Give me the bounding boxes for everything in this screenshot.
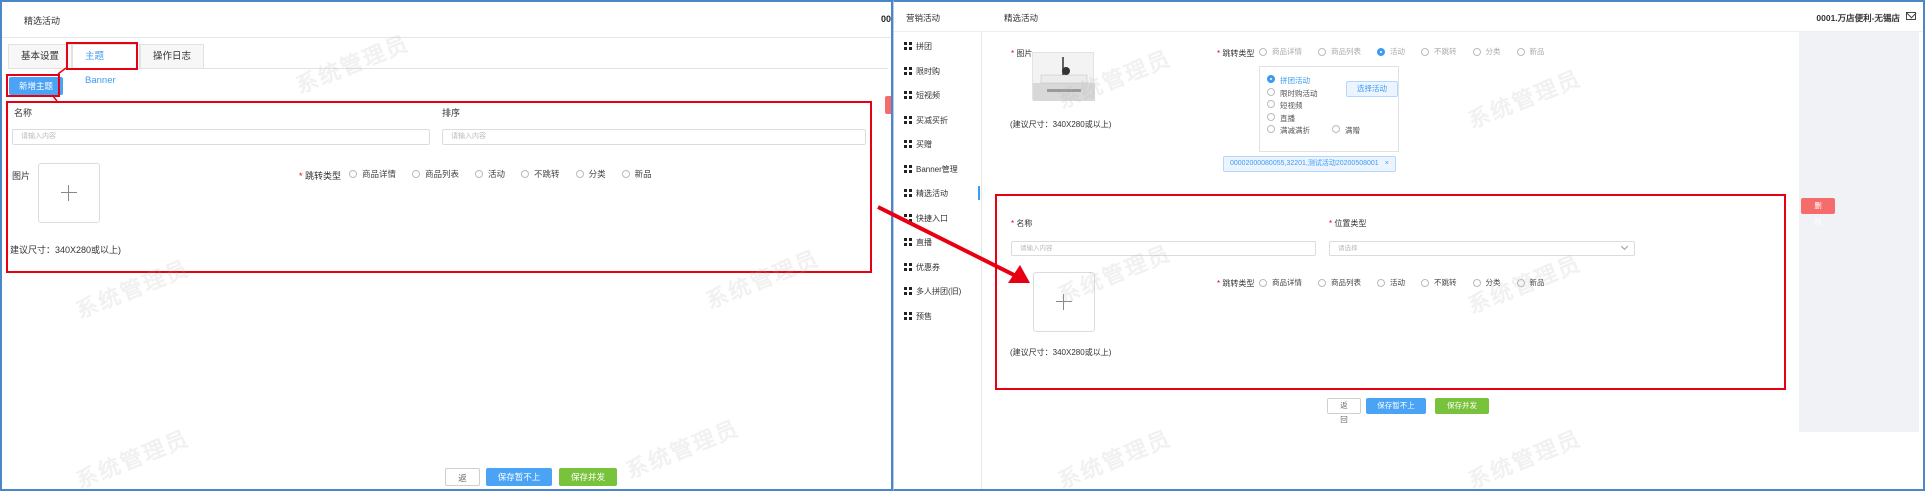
radio-icon: [621, 170, 630, 178]
radio-icon: [349, 170, 357, 178]
activity-option[interactable]: 满减满折 满赠: [1267, 125, 1360, 138]
banner-thumbnail: [1032, 52, 1095, 101]
image-upload[interactable]: [38, 163, 100, 223]
sidebar-item[interactable]: 限时购: [904, 64, 980, 78]
radio-icon: [1267, 100, 1275, 108]
radio-icon: [1472, 47, 1481, 56]
name-input[interactable]: 请输入内容: [12, 129, 430, 145]
annotation-arrow: [877, 205, 1030, 283]
image-label: 图片: [12, 171, 31, 181]
radio-icon: [521, 170, 530, 178]
radio-checked-icon: [1267, 75, 1275, 83]
radio-option[interactable]: 分类: [1472, 46, 1501, 57]
back-button[interactable]: 返回: [445, 468, 480, 486]
radio-option[interactable]: 商品列表: [412, 168, 459, 180]
sidebar-item[interactable]: 短视频: [904, 88, 980, 102]
radio-option[interactable]: 活动: [1377, 46, 1405, 57]
plus-icon: [61, 185, 77, 201]
product-image-icon: [1033, 57, 1095, 101]
radio-option[interactable]: 活动: [475, 168, 505, 180]
grid-icon: [904, 116, 912, 124]
grid-icon: [904, 67, 912, 75]
radio-option[interactable]: 新品: [621, 168, 652, 180]
sort-label: 排序: [442, 108, 461, 118]
annotation-arrows: [51, 67, 67, 102]
save-publish-button[interactable]: 保存并发布: [559, 468, 617, 486]
close-icon[interactable]: ×: [1385, 160, 1389, 167]
radio-icon: [1259, 47, 1267, 56]
back-button[interactable]: 返回: [1327, 398, 1361, 424]
radio-icon: [1267, 112, 1275, 121]
radio-option[interactable]: 不跳转: [521, 168, 560, 180]
grid-icon: [904, 42, 912, 50]
sidebar-item[interactable]: Banner管理: [904, 162, 980, 176]
radio-icon: [475, 170, 484, 178]
jump-type-label: 跳转类型: [1217, 48, 1254, 59]
jump-type-radios: 商品详情 商品列表 活动 不跳转 分类 新品: [1259, 46, 1561, 57]
size-hint: (建议尺寸：340X280或以上): [1010, 120, 1112, 129]
radio-icon: [1318, 47, 1326, 56]
delete-button[interactable]: 删除: [1801, 198, 1835, 226]
right-header: 精选活动 0001.万店便利-无锡店: [982, 2, 1923, 32]
sort-input[interactable]: 请输入内容: [442, 129, 866, 145]
grid-icon: [904, 165, 912, 173]
annotation-box-form: [995, 194, 1786, 390]
radio-option[interactable]: 商品详情: [1259, 46, 1302, 57]
name-label: 名称: [14, 108, 33, 118]
radio-option[interactable]: 分类: [575, 168, 606, 180]
radio-option[interactable]: 不跳转: [1421, 46, 1457, 57]
save-publish-button[interactable]: 保存并发布: [1435, 398, 1489, 426]
radio-icon: [1332, 125, 1340, 133]
page-title: 精选活动: [1004, 13, 1039, 23]
menu-title: 营销活动: [906, 13, 941, 23]
sidebar-item[interactable]: 拼团: [904, 39, 980, 53]
shop-name: 0001.万店便利-无锡店: [1816, 13, 1900, 23]
jump-type-label: 跳转类型: [299, 169, 341, 182]
radio-icon: [1421, 47, 1429, 56]
sidebar-item[interactable]: 预售: [904, 309, 980, 323]
grid-icon: [904, 140, 912, 148]
image-label: 图片: [1011, 48, 1032, 59]
radio-option[interactable]: 商品列表: [1318, 46, 1361, 57]
mail-icon[interactable]: [1906, 12, 1916, 20]
watermark: 系统管理员: [622, 415, 743, 484]
save-offline-button[interactable]: 保存暂不上架: [486, 468, 552, 486]
radio-option[interactable]: 商品详情: [349, 168, 396, 180]
size-hint: 建议尺寸：340X280或以上): [10, 245, 122, 255]
grid-icon: [904, 312, 912, 320]
radio-option[interactable]: 新品: [1516, 46, 1545, 57]
save-offline-button[interactable]: 保存暂不上架: [1366, 398, 1426, 426]
annotation-box-form: [6, 101, 872, 273]
radio-icon: [575, 170, 584, 178]
right-edge-red-button: [885, 96, 891, 114]
jump-type-radios: 商品详情 商品列表 活动 不跳转 分类 新品: [349, 168, 668, 180]
sidebar-item[interactable]: 买减买折: [904, 113, 980, 127]
activity-option[interactable]: 直播: [1267, 112, 1360, 126]
grid-icon: [904, 91, 912, 99]
radio-icon: [1267, 87, 1275, 96]
select-activity-button[interactable]: 选择活动: [1346, 81, 1398, 97]
selected-activity-tag[interactable]: 00002000080055,32201,测试活动20200508001 ×: [1223, 156, 1396, 172]
left-screenshot-panel: 精选活动 00 基本设置 主题Banner 操作日志 新增主题 名称 排序 请输…: [0, 0, 893, 491]
radio-icon: [1516, 47, 1525, 56]
radio-checked-icon: [1377, 47, 1385, 56]
watermark: 系统管理员: [72, 425, 193, 491]
radio-icon: [412, 170, 421, 178]
radio-icon: [1267, 125, 1275, 133]
menu-header: 营销活动: [894, 2, 982, 32]
activity-option[interactable]: 短视频: [1267, 100, 1360, 113]
sidebar-item[interactable]: 买赠: [904, 137, 980, 151]
